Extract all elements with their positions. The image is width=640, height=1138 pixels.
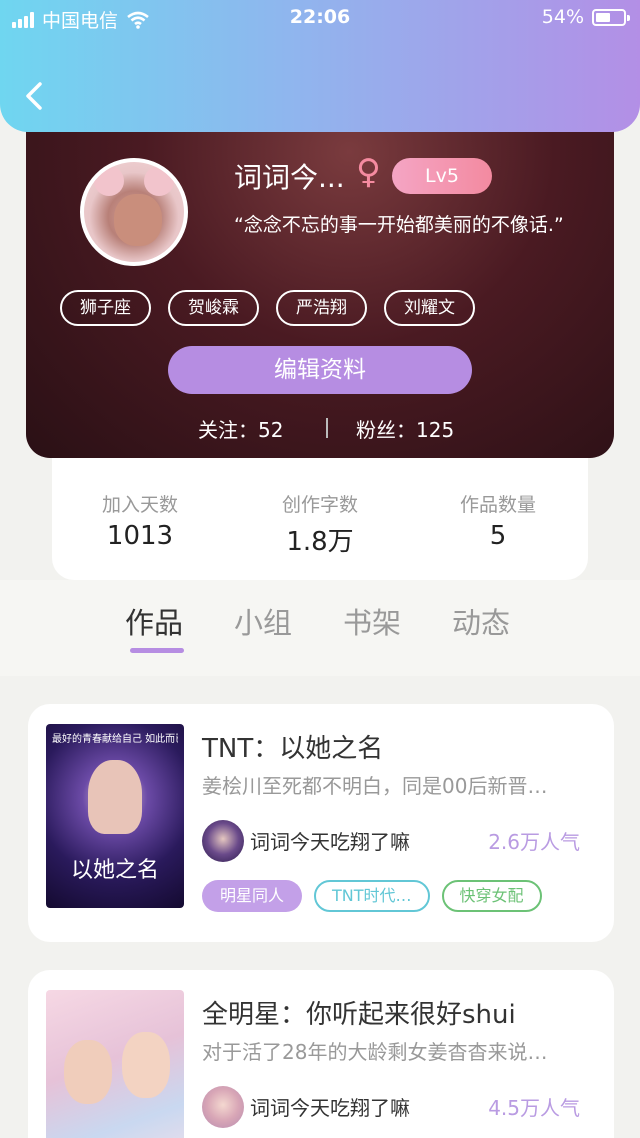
stat-value: 1013 (106, 521, 174, 551)
follow-divider (326, 418, 328, 438)
username: 词词今... (234, 161, 345, 194)
author-avatar (202, 1086, 244, 1128)
interest-tag[interactable]: 刘耀文 (384, 290, 475, 326)
tab-bar: 作品 小组 书架 动态 (0, 580, 640, 676)
author-name: 词词今天吃翔了嘛 (250, 830, 410, 854)
work-card[interactable]: 全明星：你听起来很好shui 对于活了28年的大龄剩女姜杳杳来说… 词词今天吃翔… (28, 970, 614, 1138)
followers-count[interactable]: 粉丝：125 (356, 414, 454, 443)
profile-card: 词词今... ♀ Lv5 “念念不忘的事一开始都美丽的不像话.” 狮子座 贺峻霖… (26, 118, 614, 458)
book-title[interactable]: TNT：以她之名 (202, 728, 383, 765)
book-description: 对于活了28年的大龄剩女姜杳杳来说… (202, 1040, 548, 1064)
active-tab-indicator (130, 648, 184, 653)
status-bar: 中国电信 22:06 54% (0, 0, 640, 36)
stat-label: 创作字数 (281, 494, 358, 516)
avatar[interactable] (80, 158, 188, 266)
stat-word-count: 创作字数 1.8万 (250, 490, 390, 558)
interest-tags: 狮子座 贺峻霖 严浩翔 刘耀文 (60, 290, 475, 326)
book-cover[interactable] (46, 990, 184, 1138)
author-name: 词词今天吃翔了嘛 (250, 1096, 410, 1120)
author-avatar (202, 820, 244, 862)
cover-header: 最好的青春献给自己 如此而已 (52, 734, 178, 745)
stat-value: 5 (489, 521, 507, 551)
battery-icon (592, 8, 630, 26)
level-badge: Lv5 (392, 158, 492, 194)
popularity: 4.5万人气 (488, 1096, 580, 1120)
book-description: 姜桧川至死都不明白，同是00后新晋… (202, 774, 548, 798)
stat-works-count: 作品数量 5 (428, 490, 568, 551)
work-card[interactable]: 最好的青春献给自己 如此而已 以她之名 TNT：以她之名 姜桧川至死都不明白，同… (28, 704, 614, 942)
stat-label: 加入天数 (101, 494, 178, 516)
book-cover[interactable]: 最好的青春献给自己 如此而已 以她之名 (46, 724, 184, 908)
book-tag[interactable]: 快穿女配 (441, 880, 542, 912)
stat-join-days: 加入天数 1013 (70, 490, 210, 551)
edit-profile-button[interactable]: 编辑资料 (168, 346, 472, 394)
cover-title: 以她之名 (70, 858, 159, 883)
tab-works[interactable]: 作品 (125, 600, 183, 642)
tab-groups[interactable]: 小组 (234, 600, 292, 642)
interest-tag[interactable]: 严浩翔 (276, 290, 367, 326)
tab-activity[interactable]: 动态 (452, 600, 510, 642)
popularity: 2.6万人气 (488, 830, 580, 854)
interest-tag[interactable]: 狮子座 (60, 290, 151, 326)
tab-bookshelf[interactable]: 书架 (343, 600, 401, 642)
interest-tag[interactable]: 贺峻霖 (168, 290, 259, 326)
book-tag[interactable]: 明星同人 (202, 880, 303, 912)
stats-panel: 加入天数 1013 创作字数 1.8万 作品数量 5 (52, 444, 588, 580)
stat-label: 作品数量 (459, 494, 536, 516)
following-count[interactable]: 关注：52 (198, 414, 283, 443)
back-arrow-icon[interactable] (20, 78, 50, 114)
header-bar: 中国电信 22:06 54% (0, 0, 640, 132)
user-motto: “念念不忘的事一开始都美丽的不像话.” (234, 214, 564, 236)
stat-value: 1.8万 (286, 527, 354, 557)
book-title[interactable]: 全明星：你听起来很好shui (202, 994, 516, 1031)
book-tags: 明星同人 TNT时代… 快穿女配 (202, 880, 542, 912)
battery-percent: 54% (541, 6, 584, 28)
female-icon: ♀ (356, 152, 381, 192)
book-tag[interactable]: TNT时代… (314, 880, 430, 912)
